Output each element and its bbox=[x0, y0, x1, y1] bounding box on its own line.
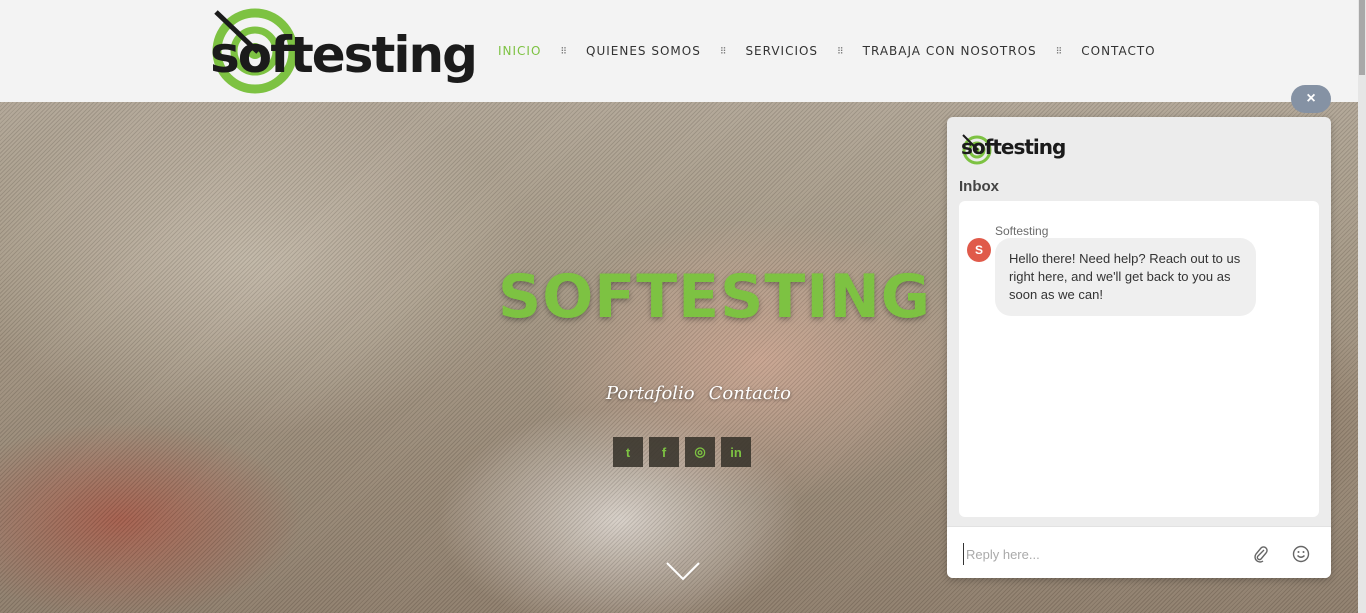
nav-item-trabaja-con-nosotros[interactable]: TRABAJA CON NOSOTROS bbox=[863, 44, 1037, 58]
instagram-icon[interactable]: ◎ bbox=[685, 437, 715, 467]
reply-input[interactable] bbox=[963, 543, 1233, 565]
logo-wordmark: softesting bbox=[210, 26, 478, 84]
site-logo[interactable]: softesting bbox=[210, 8, 478, 94]
emoji-icon[interactable] bbox=[1292, 545, 1310, 568]
twitter-icon[interactable]: t bbox=[613, 437, 643, 467]
avatar: S bbox=[967, 238, 991, 262]
nav-separator: ⠿ bbox=[719, 45, 727, 56]
main-nav: INICIO ⠿ QUIENES SOMOS ⠿ SERVICIOS ⠿ TRA… bbox=[498, 44, 1156, 58]
chat-composer bbox=[947, 526, 1331, 578]
nav-separator: ⠿ bbox=[837, 45, 844, 56]
chat-inbox-title: Inbox bbox=[959, 178, 999, 195]
chat-logo-wordmark: softesting bbox=[961, 135, 1066, 159]
site-header: softesting INICIO ⠿ QUIENES SOMOS ⠿ SERV… bbox=[0, 0, 1358, 102]
scrollbar-thumb[interactable] bbox=[1359, 0, 1365, 75]
nav-separator: ⠿ bbox=[560, 45, 568, 56]
nav-item-quienes-somos[interactable]: QUIENES SOMOS bbox=[586, 44, 701, 58]
message-sender: Softesting bbox=[995, 224, 1049, 238]
contacto-link[interactable]: Contacto bbox=[709, 383, 791, 404]
portafolio-link[interactable]: Portafolio bbox=[606, 383, 695, 404]
nav-item-inicio[interactable]: INICIO bbox=[498, 44, 541, 58]
chat-logo: softesting bbox=[961, 133, 1066, 165]
hero-links: Portafolio Contacto bbox=[606, 383, 791, 404]
page-scrollbar[interactable] bbox=[1358, 0, 1366, 613]
nav-item-contacto[interactable]: CONTACTO bbox=[1081, 44, 1155, 58]
chat-close-button[interactable]: × bbox=[1291, 85, 1331, 113]
facebook-icon[interactable]: f bbox=[649, 437, 679, 467]
message-bubble: Hello there! Need help? Reach out to us … bbox=[995, 238, 1256, 316]
social-links: t f ◎ in bbox=[613, 437, 751, 467]
scroll-down-icon[interactable] bbox=[665, 560, 701, 587]
nav-separator: ⠿ bbox=[1055, 45, 1063, 56]
linkedin-icon[interactable]: in bbox=[721, 437, 751, 467]
nav-item-servicios[interactable]: SERVICIOS bbox=[745, 44, 818, 58]
hero-title: SOFTESTING bbox=[498, 262, 932, 332]
chat-messages[interactable]: Softesting S Hello there! Need help? Rea… bbox=[959, 201, 1319, 517]
chat-widget: softesting Inbox Softesting S Hello ther… bbox=[947, 117, 1331, 578]
paperclip-icon[interactable] bbox=[1253, 545, 1269, 568]
